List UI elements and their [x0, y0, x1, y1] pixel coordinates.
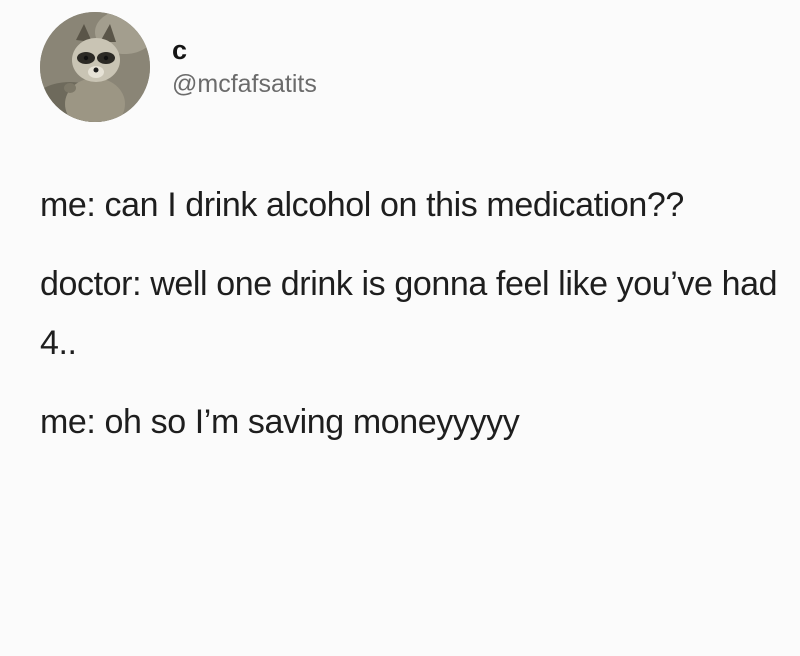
tweet-body: me: can I drink alcohol on this medicati… [40, 176, 792, 452]
raccoon-avatar-icon [40, 12, 150, 122]
tweet-header: c @mcfafsatits [40, 12, 317, 122]
tweet-line: me: can I drink alcohol on this medicati… [40, 186, 684, 224]
avatar[interactable] [40, 12, 150, 122]
display-name[interactable]: c [172, 34, 317, 66]
tweet-line: me: oh so I’m saving moneyyyyy [40, 403, 520, 441]
user-names: c @mcfafsatits [172, 12, 317, 122]
tweet-line: doctor: well one drink is gonna feel lik… [40, 265, 778, 362]
tweet-card: c @mcfafsatits me: can I drink alcohol o… [0, 0, 800, 656]
user-handle[interactable]: @mcfafsatits [172, 68, 317, 100]
